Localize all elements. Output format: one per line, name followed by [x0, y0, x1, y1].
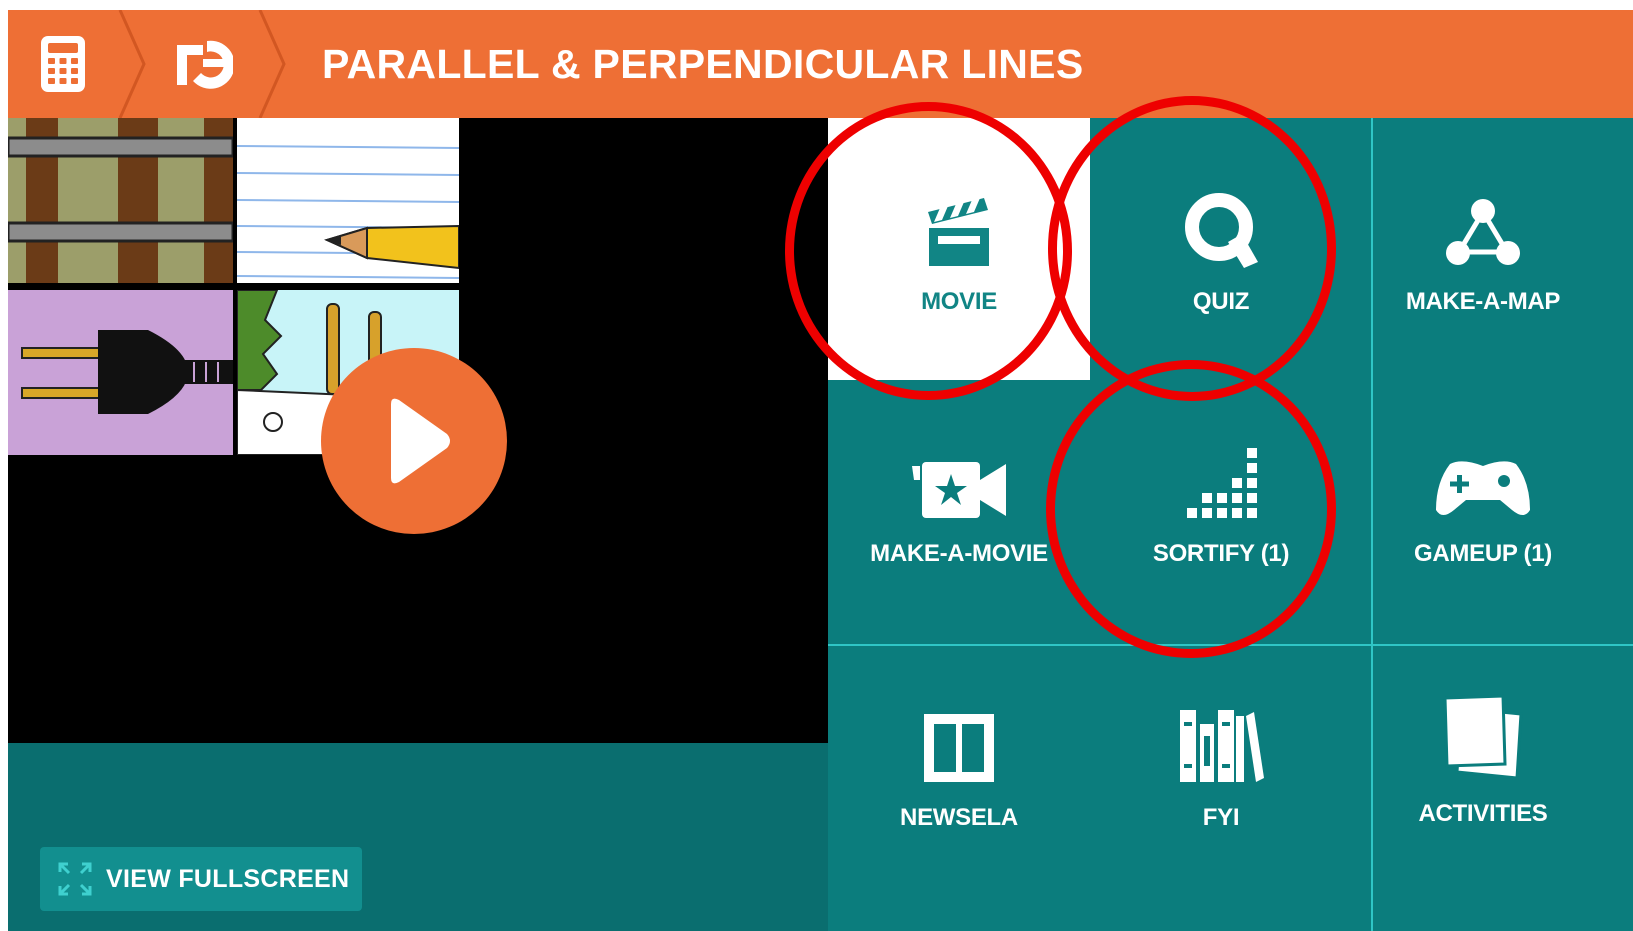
lined-paper-pencil-thumbnail [237, 118, 459, 283]
tile-activities[interactable]: ACTIVITIES [1352, 646, 1614, 931]
tile-label: MAKE-A-MOVIE [870, 540, 1048, 567]
tile-fyi[interactable]: FYI [1090, 646, 1352, 931]
tile-label: QUIZ [1192, 288, 1250, 315]
calculator-icon [41, 36, 85, 92]
gamepad-icon [1434, 430, 1532, 520]
tile-sortify[interactable]: SORTIFY (1) [1090, 380, 1352, 642]
tile-label: SORTIFY (1) [1152, 540, 1290, 567]
tile-quiz[interactable]: QUIZ [1090, 118, 1352, 380]
player-controls-bar: VIEW FULLSCREEN [8, 743, 828, 931]
tile-label: NEWSELA [900, 804, 1018, 831]
play-button[interactable] [321, 348, 507, 534]
breadcrumb-separator-icon [258, 10, 286, 118]
electric-plug-thumbnail [8, 290, 233, 455]
breadcrumb-separator-icon [118, 10, 146, 118]
video-player[interactable] [8, 118, 828, 743]
play-icon [391, 398, 450, 484]
tile-make-a-map[interactable]: MAKE-A-MAP [1352, 118, 1614, 380]
calculator-button[interactable] [8, 10, 118, 118]
fullscreen-icon [58, 862, 92, 896]
header-bar: PARALLEL & PERPENDICULAR LINES [8, 10, 1633, 118]
page-title: PARALLEL & PERPENDICULAR LINES [322, 41, 1084, 87]
quiz-q-icon [1182, 178, 1260, 268]
feature-tiles-grid: MOVIE QUIZ MAKE-A-MAP MAKE-A-MOVIE SORTI… [828, 118, 1633, 931]
tile-label: ACTIVITIES [1418, 800, 1548, 827]
subject-button[interactable] [148, 10, 258, 118]
tile-make-a-movie[interactable]: MAKE-A-MOVIE [828, 380, 1090, 642]
tile-label: MAKE-A-MAP [1405, 288, 1561, 315]
newsela-book-icon [922, 694, 996, 784]
view-fullscreen-button[interactable]: VIEW FULLSCREEN [40, 847, 362, 911]
math-subject-icon [177, 40, 233, 89]
tile-label: GAMEUP (1) [1414, 540, 1552, 567]
tile-label: FYI [1202, 804, 1240, 831]
concept-map-icon [1445, 178, 1521, 268]
view-fullscreen-label: VIEW FULLSCREEN [106, 864, 350, 893]
page-edge [0, 0, 8, 931]
tile-movie[interactable]: MOVIE [828, 118, 1090, 380]
sortify-dots-icon [1185, 430, 1257, 520]
video-camera-star-icon [910, 430, 1008, 520]
activity-cards-icon [1441, 690, 1525, 780]
clapperboard-icon [926, 178, 992, 268]
tile-newsela[interactable]: NEWSELA [828, 646, 1090, 931]
tile-label: MOVIE [921, 288, 997, 315]
tile-gameup[interactable]: GAMEUP (1) [1352, 380, 1614, 642]
railroad-tracks-thumbnail [8, 118, 233, 283]
books-icon [1178, 694, 1264, 784]
app-frame: PARALLEL & PERPENDICULAR LINES VIEW FULL… [8, 10, 1633, 931]
